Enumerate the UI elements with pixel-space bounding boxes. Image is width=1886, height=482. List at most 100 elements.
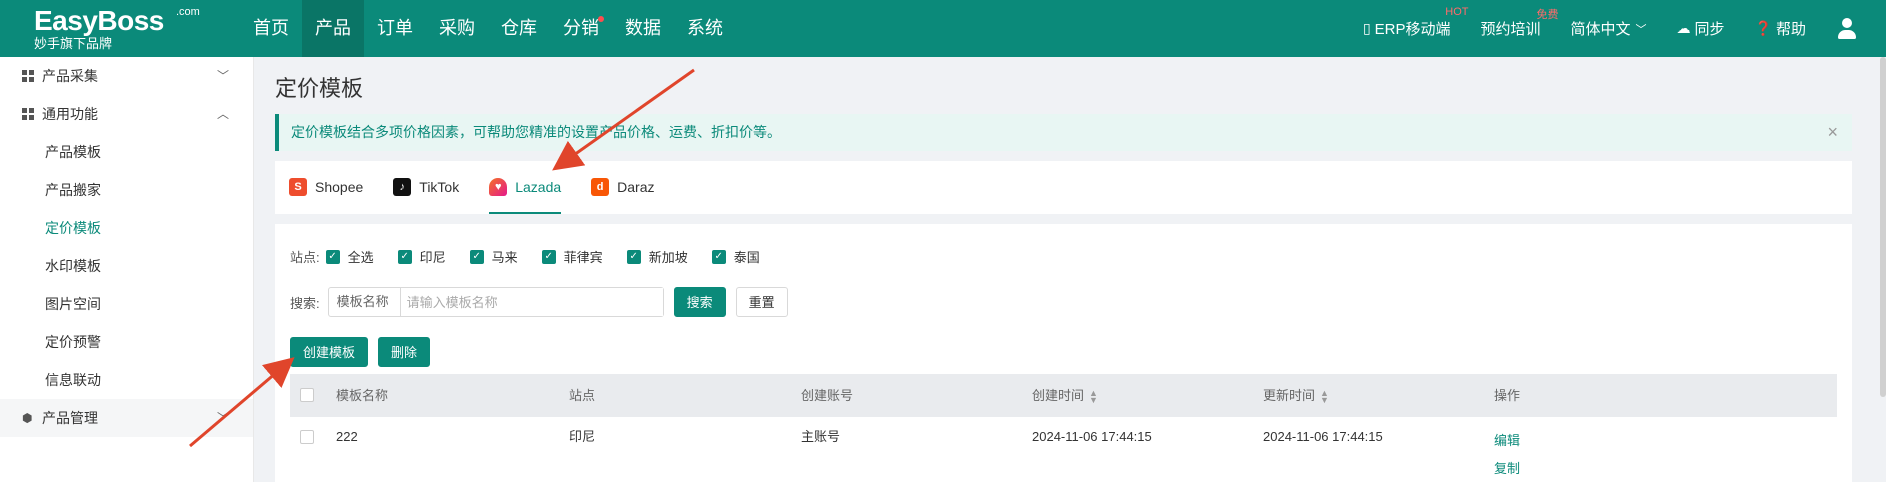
site-checkbox-ph[interactable]: ✓ 菲律宾 (541, 247, 603, 266)
help-label: 帮助 (1775, 21, 1806, 38)
site-checkbox-th[interactable]: ✓ 泰国 (711, 247, 760, 266)
col-label: 更新时间 (1263, 388, 1316, 403)
hot-badge: HOT (1445, 6, 1469, 18)
user-icon[interactable] (1836, 17, 1858, 40)
tab-label: TikTok (419, 178, 460, 195)
col-operations: 操作 (1494, 388, 1521, 403)
erp-mobile-label: ERP移动端 (1374, 21, 1451, 38)
tab-shopee[interactable]: S Shopee (289, 161, 363, 214)
cell-created: 2024-11-06 17:44:15 (1032, 429, 1152, 444)
search-label: 搜索: (290, 295, 320, 311)
col-updated[interactable]: 更新时间 ▲ ▼ (1263, 374, 1329, 417)
sidebar-item-pricing-template[interactable]: 定价模板 (0, 209, 253, 247)
nav-product[interactable]: 产品 (302, 0, 364, 57)
help-button[interactable]: ❓ 帮助 (1755, 18, 1806, 39)
sidebar-item-product-move[interactable]: 产品搬家 (0, 171, 253, 209)
chevron-down-icon: ﹀ (1635, 23, 1647, 36)
notice-text: 定价模板结合多项价格因素，可帮助您精准的设置产品价格、运费、折扣价等。 (291, 124, 781, 140)
checkbox-label: 全选 (347, 250, 374, 265)
main-nav: 首页 产品 订单 采购 仓库 分销 数据 系统 (240, 0, 736, 57)
site-checkbox-all[interactable]: ✓ 全选 (325, 247, 374, 266)
info-notice: 定价模板结合多项价格因素，可帮助您精准的设置产品价格、运费、折扣价等。 × (275, 114, 1852, 151)
checkmark-icon: ✓ (397, 249, 412, 264)
site-checkbox-my[interactable]: ✓ 马来 (469, 247, 518, 266)
nav-data[interactable]: 数据 (612, 0, 674, 57)
sidebar-group-collect[interactable]: 产品采集 ﹀ (0, 57, 253, 95)
search-group: 模板名称 (327, 287, 664, 317)
tab-lazada[interactable]: ♥ Lazada (489, 161, 562, 214)
logo-subtitle: 妙手旗下品牌 (34, 36, 113, 51)
nav-order[interactable]: 订单 (364, 0, 426, 57)
nav-home[interactable]: 首页 (240, 0, 302, 57)
sidebar-item-info-link[interactable]: 信息联动 (0, 361, 253, 399)
notification-dot (598, 16, 604, 22)
cell-site: 印尼 (569, 429, 596, 444)
site-checkbox-id[interactable]: ✓ 印尼 (397, 247, 446, 266)
checkbox-label: 印尼 (419, 250, 446, 265)
search-field-select[interactable]: 模板名称 (329, 288, 401, 316)
main-content: 定价模板 定价模板结合多项价格因素，可帮助您精准的设置产品价格、运费、折扣价等。… (255, 57, 1886, 482)
page-title: 定价模板 (275, 76, 364, 101)
tab-tiktok[interactable]: ♪ TikTok (393, 161, 459, 214)
logo[interactable]: EasyBoss .com 妙手旗下品牌 (34, 5, 200, 52)
checkmark-icon: ✓ (325, 249, 340, 264)
language-select[interactable]: 简体中文 ﹀ (1571, 18, 1647, 39)
free-badge: 免费 (1536, 9, 1559, 21)
delete-button[interactable]: 删除 (378, 337, 431, 367)
nav-system[interactable]: 系统 (674, 0, 736, 57)
sync-button[interactable]: ☁ 同步 (1677, 18, 1725, 39)
page-scrollbar[interactable] (1880, 57, 1886, 397)
copy-link[interactable]: 复制 (1494, 459, 1520, 479)
col-site: 站点 (569, 388, 596, 403)
cloud-upload-icon: ☁ (1676, 20, 1691, 36)
checkbox-label: 马来 (491, 250, 518, 265)
search-input[interactable] (400, 288, 663, 316)
sidebar-group-common[interactable]: 通用功能 ︿ (0, 95, 253, 133)
top-right-menu: ▯ ERP移动端 HOT 预约培训 免费 简体中文 ﹀ ☁ 同步 ❓ 帮助 (1363, 0, 1886, 57)
checkbox-label: 菲律宾 (563, 250, 603, 265)
erp-mobile-link[interactable]: ▯ ERP移动端 HOT (1363, 6, 1469, 39)
site-filter: 站点: ✓ 全选 ✓ 印尼 ✓ 马来 ✓ 菲律宾 ✓ 新加坡 ✓ 泰国 (290, 247, 784, 266)
logo-com: .com (176, 6, 200, 18)
col-label: 创建时间 (1032, 388, 1085, 403)
row-checkbox[interactable] (300, 430, 314, 444)
nav-warehouse[interactable]: 仓库 (488, 0, 550, 57)
nav-distribution[interactable]: 分销 (550, 0, 612, 57)
question-icon: ❓ (1754, 20, 1772, 36)
sidebar-item-image-space[interactable]: 图片空间 (0, 285, 253, 323)
sidebar-item-price-alert[interactable]: 定价预警 (0, 323, 253, 361)
sidebar-item-product-template[interactable]: 产品模板 (0, 133, 253, 171)
tab-label: Lazada (515, 178, 562, 195)
logo-text: EasyBoss (34, 5, 164, 36)
nav-distribution-label: 分销 (563, 18, 599, 38)
training-link[interactable]: 预约培训 免费 (1480, 9, 1559, 39)
site-checkbox-sg[interactable]: ✓ 新加坡 (626, 247, 688, 266)
nav-purchase[interactable]: 采购 (426, 0, 488, 57)
checkbox-label: 泰国 (733, 250, 760, 265)
sync-label: 同步 (1694, 21, 1725, 38)
close-icon[interactable]: × (1827, 114, 1838, 151)
tab-daraz[interactable]: d Daraz (591, 161, 655, 214)
sidebar-group-product-manage[interactable]: ⬢ 产品管理 ﹀ (0, 399, 253, 437)
edit-link[interactable]: 编辑 (1494, 431, 1520, 451)
checkmark-icon: ✓ (469, 249, 484, 264)
sidebar-item-watermark-template[interactable]: 水印模板 (0, 247, 253, 285)
col-account: 创建账号 (801, 388, 854, 403)
select-all-checkbox[interactable] (300, 388, 314, 402)
create-template-button[interactable]: 创建模板 (290, 337, 369, 367)
search-button[interactable]: 搜索 (673, 287, 726, 317)
training-label: 预约培训 (1480, 21, 1541, 38)
tiktok-icon: ♪ (393, 177, 412, 196)
grid-icon (22, 108, 34, 120)
col-created[interactable]: 创建时间 ▲ ▼ (1032, 374, 1098, 417)
table-header: 模板名称 站点 创建账号 创建时间 ▲ ▼ 更新时间 ▲ ▼ 操作 (290, 374, 1837, 417)
cell-operations: 编辑 复制 (1494, 431, 1520, 479)
sidebar-group-label: 产品采集 (42, 68, 98, 84)
tab-label: Shopee (315, 178, 364, 195)
sidebar-group-label: 通用功能 (42, 106, 98, 122)
shopee-icon: S (289, 177, 307, 196)
checkmark-icon: ✓ (711, 249, 726, 264)
cube-icon: ⬢ (22, 411, 33, 425)
reset-button[interactable]: 重置 (735, 287, 788, 317)
daraz-icon: d (591, 177, 610, 196)
